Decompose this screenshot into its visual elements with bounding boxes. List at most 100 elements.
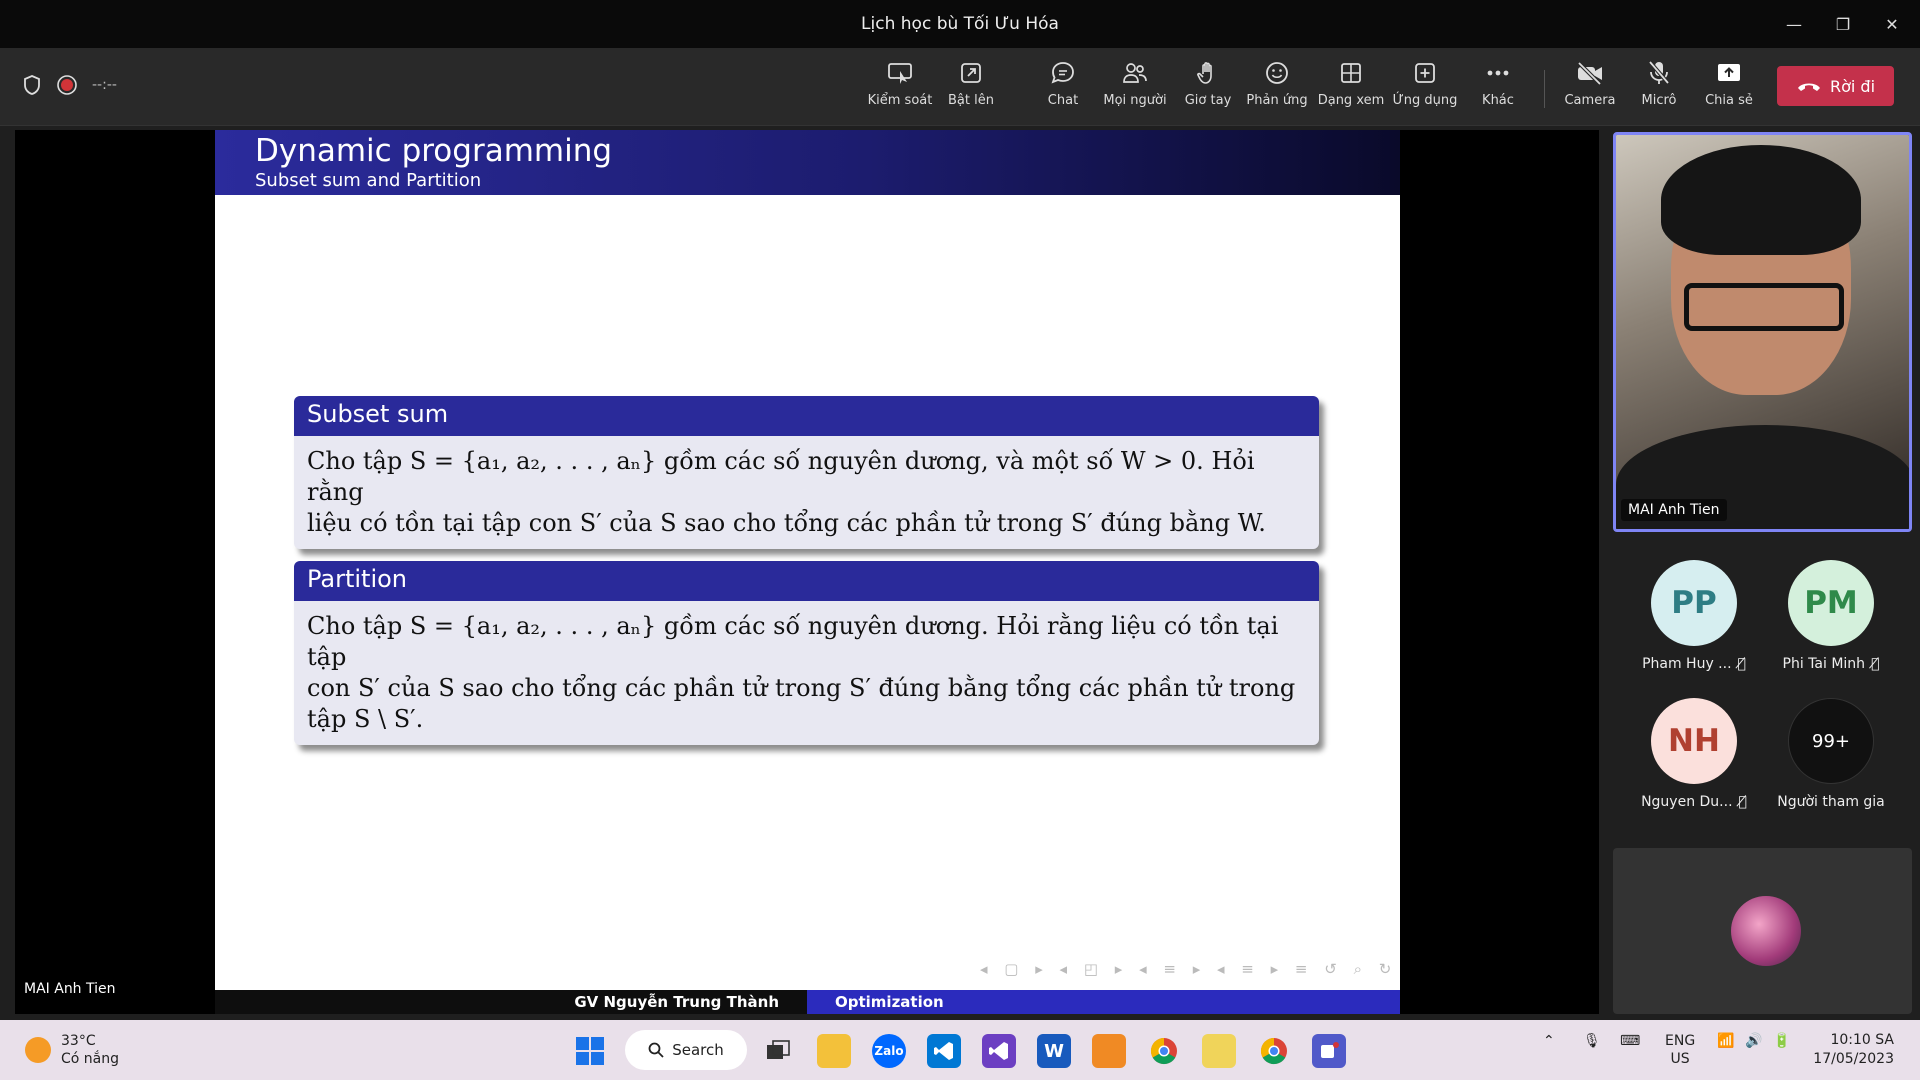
reaction-icon <box>1262 58 1292 88</box>
volume-icon[interactable]: 🔊 <box>1745 1032 1762 1050</box>
meeting-info: --:-- <box>22 74 117 96</box>
subset-sum-block: Subset sum Cho tập S = {a₁, a₂, . . . , … <box>294 396 1319 549</box>
visual-studio-icon[interactable] <box>982 1034 1016 1068</box>
more-participants-count: 99+ <box>1788 698 1874 784</box>
meeting-timer: --:-- <box>92 77 117 93</box>
beamer-navigation-symbols: ◂ ▢ ▸ ◂ ◰ ▸ ◂ ≡ ▸ ◂ ≡ ▸ ≡ ↺ ⌕ ↻ <box>980 960 1398 978</box>
view-button[interactable]: Dạng xem <box>1316 58 1386 120</box>
mic-muted-icon: 🎙̸ <box>1738 794 1747 810</box>
more-participants-tile[interactable]: 99+ Người tham gia <box>1771 698 1891 810</box>
chrome-profile-icon[interactable] <box>1257 1034 1291 1068</box>
hang-up-icon <box>1797 83 1820 91</box>
footer-course: Optimization <box>807 990 1400 1014</box>
language-indicator[interactable]: ENG US <box>1665 1032 1695 1068</box>
participant-tile[interactable]: PP Pham Huy ... 🎙̸ <box>1634 560 1754 672</box>
battery-icon[interactable]: 🔋 <box>1773 1032 1790 1050</box>
more-icon <box>1483 58 1513 88</box>
pop-out-button[interactable]: Bật lên <box>936 58 1006 120</box>
task-view-icon[interactable] <box>761 1034 795 1068</box>
apps-button[interactable]: Ứng dụng <box>1390 58 1460 120</box>
reaction-button[interactable]: Phản ứng <box>1242 58 1312 120</box>
more-button[interactable]: Khác <box>1463 58 1533 120</box>
sun-icon <box>25 1037 51 1063</box>
wifi-icon[interactable]: 📶 <box>1717 1032 1734 1050</box>
chrome-icon[interactable] <box>1147 1034 1181 1068</box>
teams-icon[interactable] <box>1312 1034 1346 1068</box>
participant-tile[interactable]: PM Phi Tai Minh 🎙̸ <box>1771 560 1891 672</box>
participant-tile[interactable]: NH Nguyen Du... 🎙̸ <box>1634 698 1754 810</box>
control-label: Kiểm soát <box>867 93 933 108</box>
avatar: NH <box>1651 698 1737 784</box>
participant-video-tile[interactable] <box>1613 848 1912 1014</box>
show-hidden-icons[interactable]: ⌃ <box>1543 1032 1555 1050</box>
block-body-line: con S′ của S sao cho tổng các phần tử tr… <box>307 674 1296 702</box>
raise-hand-label: Giơ tay <box>1184 93 1232 108</box>
file-explorer-icon[interactable] <box>817 1034 851 1068</box>
camera-button[interactable]: Camera <box>1555 58 1625 120</box>
system-clock[interactable]: 10:10 SA 17/05/2023 <box>1813 1031 1894 1069</box>
mic-muted-icon: 🎙̸ <box>1737 656 1746 672</box>
meeting-toolbar: --:-- Kiểm soát Bật lên Chat Mọi người G… <box>0 48 1920 126</box>
clock-time: 10:10 SA <box>1830 1032 1894 1048</box>
language-code: ENG <box>1665 1033 1696 1049</box>
toolbar-divider <box>1544 70 1545 108</box>
weather-condition: Có nắng <box>61 1051 120 1067</box>
block-body-line: Cho tập S = {a₁, a₂, . . . , aₙ} gồm các… <box>307 612 1279 671</box>
leave-button[interactable]: Rời đi <box>1777 66 1894 106</box>
avatar: PP <box>1651 560 1737 646</box>
shield-icon <box>24 75 40 95</box>
block-title: Subset sum <box>294 396 1319 436</box>
mic-muted-icon: 🎙̸ <box>1871 656 1880 672</box>
people-button[interactable]: Mọi người <box>1100 58 1170 120</box>
share-label: Chia sẻ <box>1705 93 1753 108</box>
raise-hand-button[interactable]: Giơ tay <box>1173 58 1243 120</box>
mic-button[interactable]: Micrô <box>1624 58 1694 120</box>
participant-name: Phi Tai Minh <box>1782 656 1866 672</box>
share-button[interactable]: Chia sẻ <box>1694 58 1764 120</box>
profile-picture <box>1731 896 1801 966</box>
footer-author: GV Nguyễn Trung Thành <box>215 990 807 1014</box>
maximize-button[interactable]: ❐ <box>1820 8 1866 40</box>
control-button[interactable]: Kiểm soát <box>865 58 935 120</box>
people-label: Mọi người <box>1103 93 1167 108</box>
word-icon[interactable]: W <box>1037 1034 1071 1068</box>
slide-footer: GV Nguyễn Trung Thành Optimization <box>215 990 1400 1014</box>
recording-icon <box>57 75 77 95</box>
apps-icon <box>1410 58 1440 88</box>
slide-subtitle: Subset sum and Partition <box>255 170 482 191</box>
mic-off-icon <box>1644 58 1674 88</box>
view-icon <box>1336 58 1366 88</box>
search-label: Search <box>672 1041 724 1059</box>
chat-label: Chat <box>1047 93 1079 108</box>
weather-widget[interactable]: 33°C Có nắng <box>25 1032 119 1068</box>
keyboard-icon[interactable]: ⌨ <box>1620 1032 1640 1050</box>
close-button[interactable]: ✕ <box>1869 8 1915 40</box>
self-video-name: MAI Anh Tien <box>1621 499 1727 521</box>
language-region: US <box>1670 1051 1690 1067</box>
participant-name: Nguyen Du... <box>1641 794 1733 810</box>
reaction-label: Phản ứng <box>1246 93 1308 108</box>
slide-header: Dynamic programming Subset sum and Parti… <box>215 130 1400 195</box>
mic-in-use-icon[interactable]: 🎙 <box>1583 1032 1601 1050</box>
camera-label: Camera <box>1564 93 1616 108</box>
participant-name: Người tham gia <box>1777 794 1885 810</box>
windows-taskbar: 33°C Có nắng Search Zalo W ⌃ 🎙 ⌨ ENG US … <box>0 1020 1920 1080</box>
block-body: Cho tập S = {a₁, a₂, . . . , aₙ} gồm các… <box>294 601 1319 745</box>
leave-label: Rời đi <box>1829 76 1876 96</box>
start-button[interactable] <box>573 1034 607 1068</box>
minimize-button[interactable]: — <box>1771 8 1817 40</box>
block-body: Cho tập S = {a₁, a₂, . . . , aₙ} gồm các… <box>294 436 1319 549</box>
start-icon <box>576 1037 604 1065</box>
self-video-tile[interactable]: MAI Anh Tien <box>1613 132 1912 532</box>
ggb-icon[interactable] <box>1092 1034 1126 1068</box>
apps-label: Ứng dụng <box>1392 93 1458 108</box>
clock-date: 17/05/2023 <box>1813 1051 1894 1067</box>
zalo-icon[interactable]: Zalo <box>872 1034 906 1068</box>
chat-button[interactable]: Chat <box>1028 58 1098 120</box>
block-body-line: tập S \ S′. <box>307 705 424 733</box>
paint-icon[interactable] <box>1202 1034 1236 1068</box>
vscode-icon[interactable] <box>927 1034 961 1068</box>
video-person-hair <box>1661 145 1861 255</box>
taskbar-search[interactable]: Search <box>625 1030 747 1070</box>
pop-out-icon <box>956 58 986 88</box>
